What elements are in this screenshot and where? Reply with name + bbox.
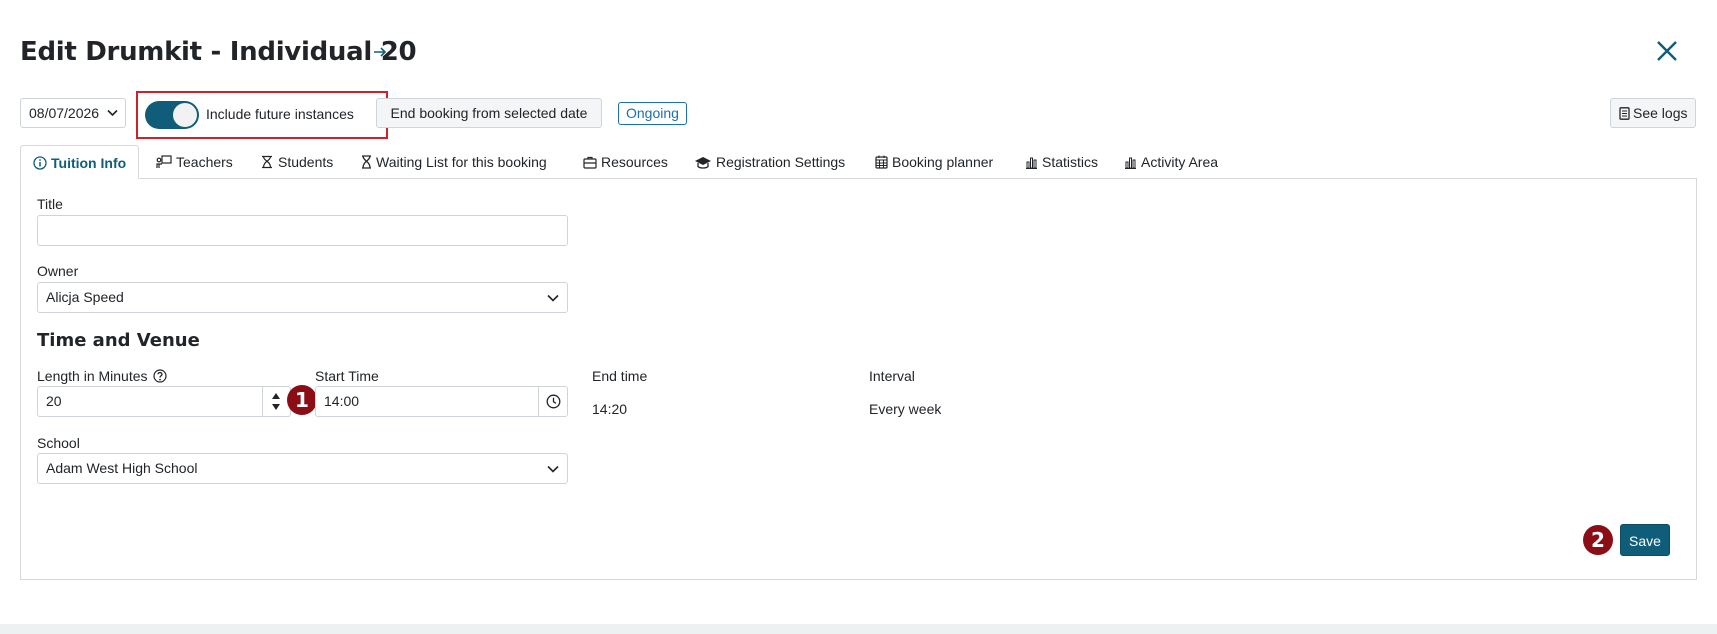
bar-chart-icon <box>1125 157 1136 169</box>
length-minutes-value: 20 <box>46 393 62 409</box>
date-select-value: 08/07/2026 <box>29 105 100 121</box>
interval-label: Interval <box>869 368 915 384</box>
interval-value: Every week <box>869 401 942 417</box>
tab-registration-settings[interactable]: Registration Settings <box>694 145 845 179</box>
teacher-board-icon <box>156 155 172 168</box>
end-time-value: 14:20 <box>592 401 628 417</box>
page-title: Edit Drumkit - Individual 20 <box>20 37 417 67</box>
tab-waiting-list[interactable]: Waiting List for this booking <box>361 145 547 179</box>
students-icon <box>262 155 272 169</box>
chevron-down-icon <box>107 109 118 117</box>
school-label: School <box>37 435 80 451</box>
calendar-icon <box>875 155 888 169</box>
tab-booking-planner[interactable]: Booking planner <box>875 145 993 179</box>
callout-marker-2: 2 <box>1583 525 1613 555</box>
start-time-label: Start Time <box>315 368 379 384</box>
length-label: Length in Minutes <box>37 368 168 384</box>
see-logs-button[interactable]: See logs <box>1610 98 1696 128</box>
start-time-input[interactable]: 14:00 <box>315 386 568 417</box>
tab-students[interactable]: Students <box>260 145 333 179</box>
clock-icon <box>546 394 561 409</box>
length-minutes-stepper[interactable]: 20 <box>37 386 291 417</box>
briefcase-icon <box>583 156 597 169</box>
chevron-down-icon <box>547 465 559 473</box>
school-select[interactable]: Adam West High School <box>37 453 568 484</box>
time-venue-heading: Time and Venue <box>37 330 200 351</box>
see-logs-label: See logs <box>1633 105 1688 121</box>
graduation-cap-icon <box>695 157 711 169</box>
date-select[interactable]: 08/07/2026 <box>20 98 126 128</box>
future-instances-toggle[interactable] <box>145 101 199 129</box>
tab-bar: Tuition Info Teachers Students Waiting L… <box>20 145 1696 179</box>
save-button[interactable]: Save <box>1620 524 1670 556</box>
callout-marker-1: 1 <box>287 385 317 415</box>
bar-chart-icon <box>1026 157 1037 169</box>
arrow-right-icon[interactable] <box>372 44 388 60</box>
stepper-down-icon[interactable] <box>272 404 280 410</box>
title-label: Title <box>37 196 63 212</box>
tab-tuition-info[interactable]: Tuition Info <box>20 145 140 179</box>
document-icon <box>1619 107 1630 120</box>
tab-statistics[interactable]: Statistics <box>1025 145 1098 179</box>
owner-label: Owner <box>37 263 79 279</box>
tab-teachers[interactable]: Teachers <box>156 145 233 179</box>
footer-bar <box>0 624 1717 634</box>
start-time-value: 14:00 <box>324 393 360 409</box>
tab-activity-area[interactable]: Activity Area <box>1124 145 1218 179</box>
page-header: Edit Drumkit - Individual 20 <box>20 34 1680 70</box>
time-picker-button[interactable] <box>538 387 567 416</box>
owner-select[interactable]: Alicja Speed <box>37 282 568 313</box>
close-icon[interactable] <box>1654 38 1680 64</box>
end-time-label: End time <box>592 368 648 384</box>
info-circle-icon <box>33 156 47 170</box>
stepper-arrows[interactable] <box>262 387 290 416</box>
tab-resources[interactable]: Resources <box>583 145 668 179</box>
toggle-knob <box>173 103 197 127</box>
help-circle-icon[interactable] <box>153 369 168 383</box>
future-instances-highlight: Include future instances <box>136 91 388 139</box>
stepper-up-icon[interactable] <box>272 393 280 399</box>
chevron-down-icon <box>547 294 559 302</box>
owner-select-value: Alicja Speed <box>46 289 124 305</box>
toolbar: 08/07/2026 Include future instances End … <box>20 91 1696 139</box>
hourglass-icon <box>362 155 371 169</box>
school-select-value: Adam West High School <box>46 460 198 476</box>
title-input[interactable] <box>37 215 568 246</box>
status-badge: Ongoing <box>618 102 687 125</box>
end-booking-button[interactable]: End booking from selected date <box>376 98 602 128</box>
future-instances-label: Include future instances <box>206 106 354 122</box>
